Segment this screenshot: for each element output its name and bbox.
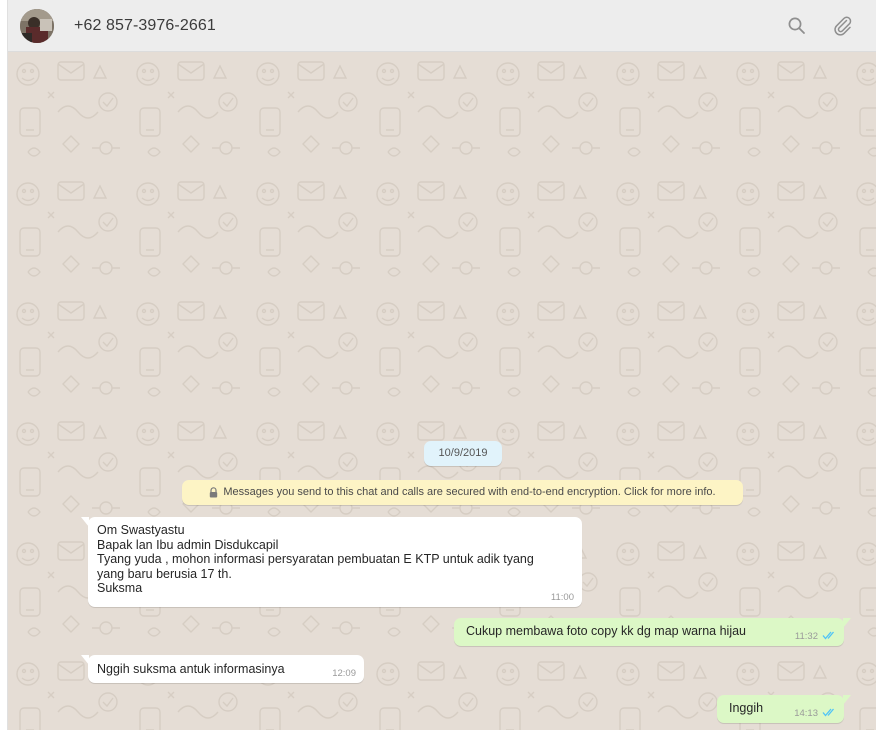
message-text: Nggih suksma antuk informasinya bbox=[97, 662, 285, 676]
contact-name[interactable]: +62 857-3976-2661 bbox=[74, 17, 216, 35]
encryption-notice[interactable]: Messages you send to this chat and calls… bbox=[182, 480, 743, 505]
message-outgoing[interactable]: Inggih 14:13 bbox=[717, 695, 851, 723]
message-outgoing[interactable]: Cukup membawa foto copy kk dg map warna … bbox=[454, 618, 851, 646]
date-divider: 10/9/2019 bbox=[424, 441, 502, 466]
message-text: Cukup membawa foto copy kk dg map warna … bbox=[466, 624, 747, 638]
chat-header: +62 857-3976-2661 bbox=[8, 0, 876, 52]
search-button[interactable] bbox=[784, 13, 810, 39]
lock-icon bbox=[210, 487, 218, 498]
attach-button[interactable] bbox=[830, 13, 856, 39]
message-incoming[interactable]: Om Swastyastu Bapak lan Ibu admin Disduk… bbox=[81, 517, 582, 607]
chat-window: +62 857-3976-2661 10/9/2019 Messages you… bbox=[8, 0, 884, 730]
message-text: Inggih bbox=[729, 701, 764, 715]
bubble-tail bbox=[843, 618, 851, 628]
contact-avatar[interactable] bbox=[20, 9, 54, 43]
bubble-tail bbox=[81, 655, 89, 665]
message-time: 11:32 bbox=[794, 631, 818, 642]
search-icon bbox=[788, 17, 805, 34]
message-text: Om Swastyastu Bapak lan Ibu admin Disduk… bbox=[97, 523, 534, 595]
bubble-tail bbox=[843, 695, 851, 705]
read-receipt-icon bbox=[822, 631, 834, 640]
paperclip-icon bbox=[834, 16, 852, 36]
message-time: 14:13 bbox=[794, 708, 818, 719]
encryption-notice-text: Messages you send to this chat and calls… bbox=[223, 486, 716, 498]
read-receipt-icon bbox=[822, 708, 834, 717]
left-panel-edge bbox=[0, 0, 8, 730]
message-incoming[interactable]: Nggih suksma antuk informasinya 12:09 bbox=[81, 655, 364, 683]
message-area[interactable]: 10/9/2019 Messages you send to this chat… bbox=[8, 52, 876, 730]
message-time: 11:00 bbox=[550, 592, 574, 603]
bubble-tail bbox=[81, 517, 89, 527]
message-time: 12:09 bbox=[332, 668, 356, 679]
